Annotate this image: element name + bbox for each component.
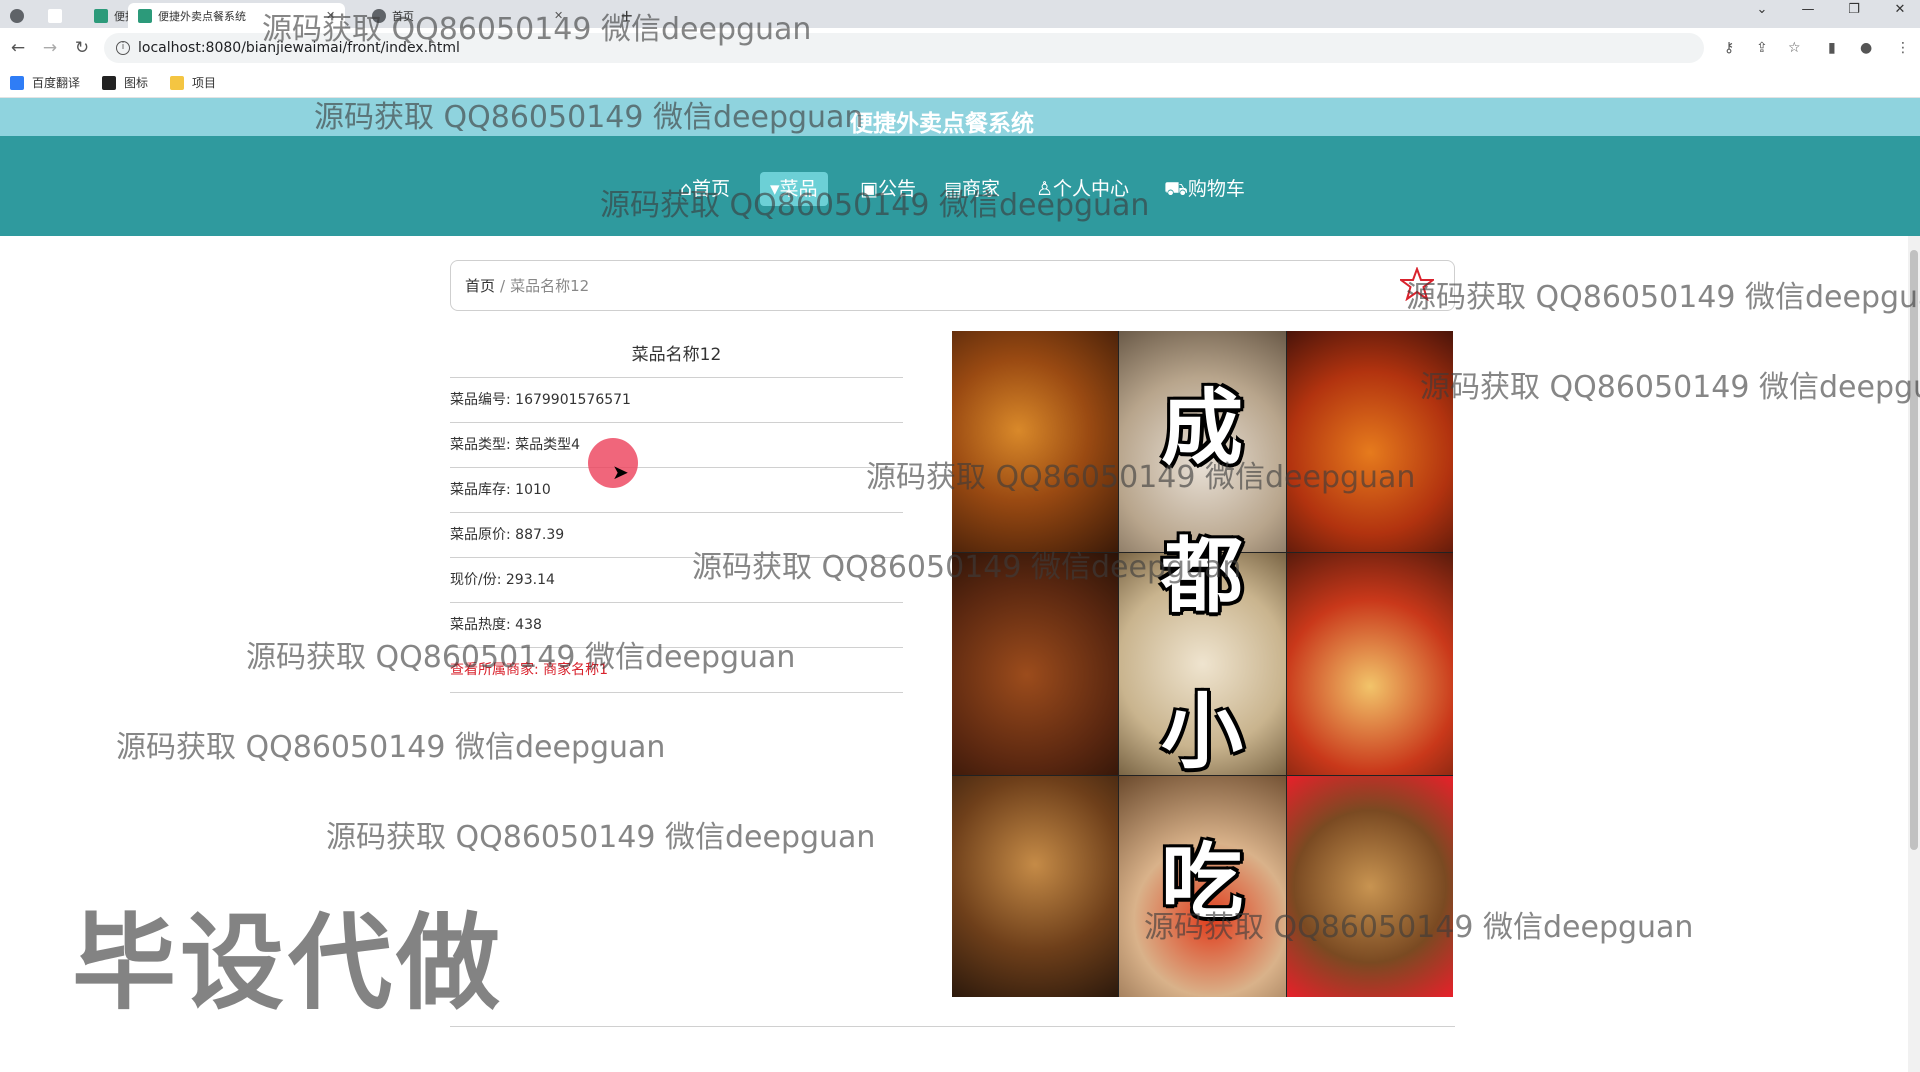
browser-tab[interactable] — [10, 3, 30, 28]
food-photo-tile — [952, 331, 1119, 553]
watermark: 源码获取 QQ86050149 微信deepguan — [116, 730, 666, 765]
reload-icon[interactable]: ↻ — [70, 36, 94, 60]
page-icon — [48, 8, 62, 23]
folder-icon — [170, 75, 185, 90]
dish-current-price-row: 现价/份: 293.14 — [450, 558, 903, 603]
merchant-link[interactable]: 查看所属商家: 商家名称1 — [450, 648, 903, 693]
watermark: 源码获取 QQ86050149 微信deepguan — [1420, 370, 1920, 405]
menu-icon[interactable]: ⋮ — [1896, 40, 1910, 56]
nav-profile[interactable]: ♙个人中心 — [1026, 172, 1139, 206]
watermark: 源码获取 QQ86050149 微信deepguan — [1406, 280, 1920, 315]
scrollbar-thumb[interactable] — [1910, 250, 1918, 850]
mouse-pointer-icon: ➤ — [612, 460, 629, 484]
profile-icon[interactable]: ● — [1860, 40, 1872, 56]
minimize-icon[interactable]: — — [1788, 2, 1828, 17]
breadcrumb-current: 菜品名称12 — [510, 277, 590, 295]
nav-dishes[interactable]: ▾菜品 — [760, 172, 828, 206]
photo-caption-char: 吃 — [1160, 835, 1243, 930]
site-header: 便捷外卖点餐系统 — [0, 98, 1920, 137]
close-icon[interactable]: ✕ — [554, 9, 563, 22]
image-icon — [102, 75, 117, 90]
page-scrollbar[interactable] — [1908, 236, 1920, 1072]
breadcrumb: 首页 / 菜品名称12 — [450, 260, 1455, 311]
back-icon[interactable]: ← — [6, 36, 30, 60]
bookmark-item[interactable]: 项目 — [170, 74, 216, 91]
side-panel-icon[interactable]: ▮ — [1828, 40, 1836, 56]
browser-tab[interactable] — [48, 3, 68, 28]
vue-icon — [138, 8, 152, 23]
tab-search-icon[interactable]: ⌄ — [1742, 2, 1782, 17]
address-bar[interactable]: i localhost:8080/bianjiewaimai/front/ind… — [104, 33, 1704, 63]
site-title: 便捷外卖点餐系统 — [850, 111, 1034, 137]
dish-stock-row: 菜品库存: 1010 — [450, 468, 903, 513]
photo-caption-char: 小 — [1160, 685, 1243, 780]
dish-photo: 成 都 小 吃 — [952, 331, 1453, 997]
divider — [450, 1026, 1455, 1027]
url-text[interactable]: localhost:8080/bianjiewaimai/front/index… — [138, 40, 460, 56]
breadcrumb-home[interactable]: 首页 — [465, 275, 495, 296]
dish-original-price-row: 菜品原价: 887.39 — [450, 513, 903, 558]
dish-id-row: 菜品编号: 1679901576571 — [450, 378, 903, 423]
bookmarks-bar: 百度翻译 图标 项目 — [0, 68, 1920, 98]
food-photo-tile — [1286, 775, 1453, 997]
restore-icon[interactable]: ❐ — [1834, 2, 1874, 17]
globe-icon — [372, 8, 386, 23]
nav-notices[interactable]: ▣公告 — [850, 172, 926, 206]
browser-tab-active[interactable]: 便捷外卖点餐系统 ✕ — [128, 3, 346, 28]
window-close-icon[interactable]: ✕ — [1880, 2, 1920, 17]
browser-tab-strip: 便捷外卖点餐系统 便捷外卖点餐系统 ✕ 首页 ✕ + ⌄ — ❐ ✕ — [0, 0, 1920, 28]
browser-toolbar: ← → ↻ i localhost:8080/bianjiewaimai/fro… — [0, 28, 1920, 68]
watermark: 源码获取 QQ86050149 微信deepguan — [326, 820, 876, 855]
food-photo-tile — [952, 553, 1119, 775]
close-icon[interactable]: ✕ — [326, 9, 335, 22]
food-photo-tile — [1286, 331, 1453, 553]
new-tab-button[interactable]: + — [620, 3, 633, 28]
dish-type-row: 菜品类型: 菜品类型4 — [450, 423, 903, 468]
main-nav: ⌂首页 ▾菜品 ▣公告 ▤商家 ♙个人中心 ⛟购物车 — [0, 136, 1920, 236]
food-photo-tile — [1286, 553, 1453, 775]
bookmark-star-icon[interactable]: ☆ — [1788, 40, 1801, 56]
nav-cart[interactable]: ⛟购物车 — [1154, 172, 1255, 206]
browser-tab[interactable]: 首页 ✕ — [372, 3, 563, 28]
nav-home[interactable]: ⌂首页 — [670, 172, 740, 206]
dish-name: 菜品名称12 — [450, 333, 903, 378]
key-icon[interactable]: ⚷ — [1724, 40, 1734, 56]
food-photo-tile — [952, 775, 1119, 997]
watermark-big: 毕设代做 — [72, 902, 505, 1024]
baidu-translate-icon — [10, 75, 24, 90]
bookmark-item[interactable]: 图标 — [102, 74, 148, 91]
photo-caption-char: 都 — [1160, 529, 1243, 624]
dish-detail: 菜品名称12 菜品编号: 1679901576571 菜品类型: 菜品类型4 菜… — [450, 333, 903, 693]
favorite-star-icon[interactable] — [1400, 267, 1434, 301]
globe-icon — [10, 8, 24, 23]
dish-popularity-row: 菜品热度: 438 — [450, 603, 903, 648]
site-info-icon[interactable]: i — [116, 41, 130, 55]
share-icon[interactable]: ⇪ — [1756, 40, 1768, 56]
breadcrumb-separator: / — [500, 276, 506, 295]
photo-caption-char: 成 — [1160, 381, 1243, 476]
bookmark-item[interactable]: 百度翻译 — [10, 74, 80, 91]
vue-icon — [94, 8, 108, 23]
nav-merchants[interactable]: ▤商家 — [934, 172, 1010, 206]
forward-icon[interactable]: → — [38, 36, 62, 60]
